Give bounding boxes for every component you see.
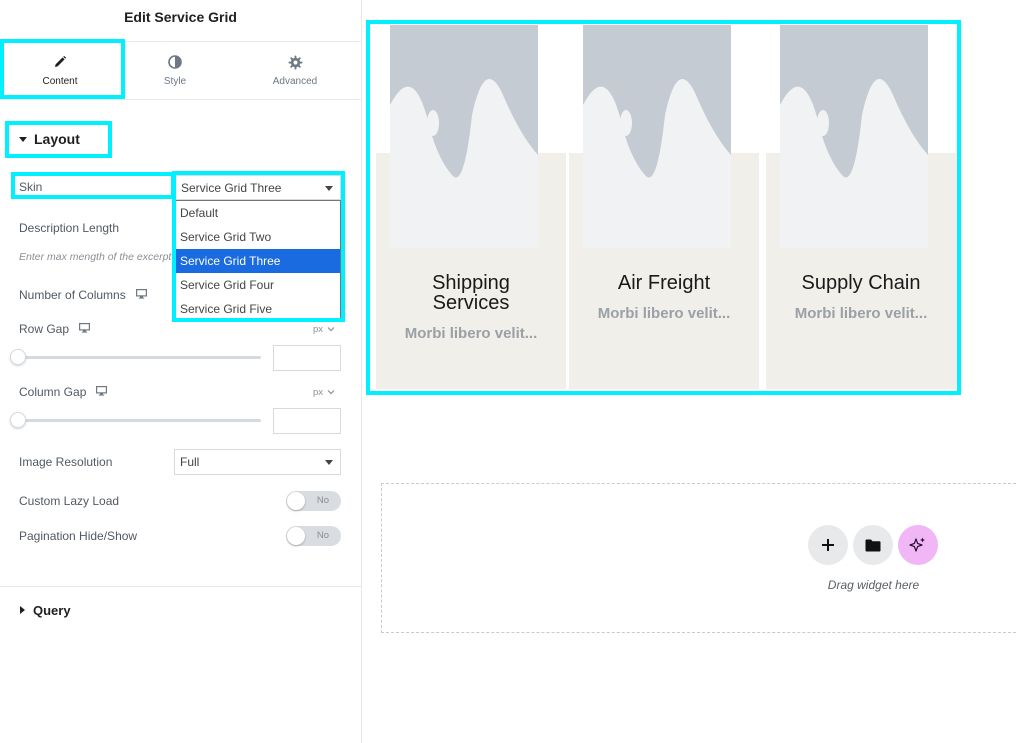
gear-icon [287, 54, 303, 70]
skin-option[interactable]: Service Grid Four [176, 273, 340, 297]
column-gap-slider-track[interactable] [19, 419, 261, 422]
description-length-label: Description Length [19, 221, 120, 235]
divider [0, 99, 361, 100]
panel-title: Edit Service Grid [124, 9, 237, 25]
desktop-icon[interactable] [79, 322, 91, 336]
tab-content[interactable]: Content [0, 42, 120, 99]
chevron-down-icon [327, 327, 335, 332]
service-card[interactable]: Air Freight Morbi libero velit... [569, 25, 759, 389]
divider [0, 586, 361, 587]
column-gap-input[interactable] [273, 408, 341, 434]
unit-label: px [313, 386, 324, 398]
image-resolution-label: Image Resolution [19, 455, 113, 469]
card-title: Shipping [432, 272, 510, 294]
skin-label: Skin [19, 180, 43, 194]
section-layout[interactable]: Layout [19, 130, 80, 148]
chevron-down-icon [325, 185, 333, 191]
template-library-button[interactable] [853, 525, 893, 565]
row-gap-unit-select[interactable]: px [313, 323, 335, 335]
row-gap-label: Row Gap [19, 321, 91, 337]
card-description: Morbi libero velit... [597, 305, 731, 322]
tab-label: Style [163, 76, 187, 87]
row-gap-text: Row Gap [19, 322, 70, 336]
section-layout-label: Layout [34, 131, 80, 147]
toggle-knob [287, 527, 305, 545]
skin-select-value: Service Grid Three [181, 180, 282, 195]
custom-lazy-load-label: Custom Lazy Load [19, 494, 120, 508]
toggle-knob [287, 492, 305, 510]
chevron-down-icon [325, 460, 333, 465]
pagination-toggle[interactable]: No [286, 526, 341, 546]
section-query-label: Query [33, 602, 71, 618]
skin-option-selected[interactable]: Service Grid Three [176, 249, 340, 273]
add-section-button[interactable] [808, 525, 848, 565]
desktop-icon[interactable] [135, 288, 147, 302]
service-card[interactable]: Supply Chain Morbi libero velit... [766, 25, 956, 389]
pagination-label: Pagination Hide/Show [19, 529, 138, 543]
section-query[interactable]: Query [20, 601, 71, 619]
column-gap-slider-handle[interactable] [10, 412, 26, 428]
image-placeholder-icon [390, 25, 538, 248]
plus-icon [822, 539, 834, 551]
image-resolution-value: Full [180, 455, 200, 469]
row-gap-input[interactable] [273, 345, 341, 371]
unit-label: px [313, 323, 324, 335]
tab-style[interactable]: Style [115, 42, 235, 99]
tab-label: Content [42, 76, 78, 87]
card-title: Air Freight [617, 272, 711, 294]
row-gap-slider-handle[interactable] [10, 349, 26, 365]
column-gap-unit-select[interactable]: px [313, 386, 335, 398]
skin-dropdown-list: Default Service Grid Two Service Grid Th… [175, 200, 341, 320]
card-description: Morbi libero velit... [794, 305, 928, 322]
description-length-hint: Enter max mength of the excerpt [19, 251, 172, 263]
card-title: Supply Chain [801, 272, 921, 294]
image-placeholder-icon [780, 25, 928, 248]
column-gap-label: Column Gap [19, 384, 108, 400]
row-gap-slider-track[interactable] [19, 356, 261, 359]
skin-option[interactable]: Service Grid Two [176, 225, 340, 249]
tab-advanced[interactable]: Advanced [235, 42, 355, 99]
sparkle-icon [909, 537, 925, 552]
toggle-state: No [316, 495, 329, 506]
toggle-state: No [316, 530, 329, 541]
ai-assistant-button[interactable] [898, 525, 938, 565]
service-card[interactable]: Shipping Services Morbi libero velit... [376, 25, 566, 389]
caret-right-icon [20, 606, 25, 614]
custom-lazy-load-toggle[interactable]: No [286, 491, 341, 511]
half-circle-icon [168, 54, 182, 70]
card-title-line2: Services [432, 292, 510, 314]
pencil-icon [53, 54, 67, 70]
image-placeholder-icon [583, 25, 731, 248]
skin-option[interactable]: Service Grid Five [176, 297, 340, 321]
image-resolution-select[interactable]: Full [174, 449, 341, 475]
column-gap-text: Column Gap [19, 385, 87, 399]
skin-select[interactable]: Service Grid Three [175, 175, 341, 200]
card-description: Morbi libero velit... [404, 325, 538, 342]
folder-icon [865, 539, 881, 551]
editor-panel: Edit Service Grid Content Style Advanced… [0, 0, 362, 743]
chevron-down-icon [327, 390, 335, 395]
drag-widget-hint: Drag widget here [827, 578, 920, 592]
tab-label: Advanced [272, 76, 318, 87]
number-of-columns-text: Number of Columns [19, 288, 126, 302]
panel-tabs: Content Style Advanced [0, 42, 361, 99]
skin-option[interactable]: Default [176, 201, 340, 225]
desktop-icon[interactable] [96, 385, 108, 399]
number-of-columns-label: Number of Columns [19, 287, 147, 303]
caret-down-icon [19, 136, 27, 142]
